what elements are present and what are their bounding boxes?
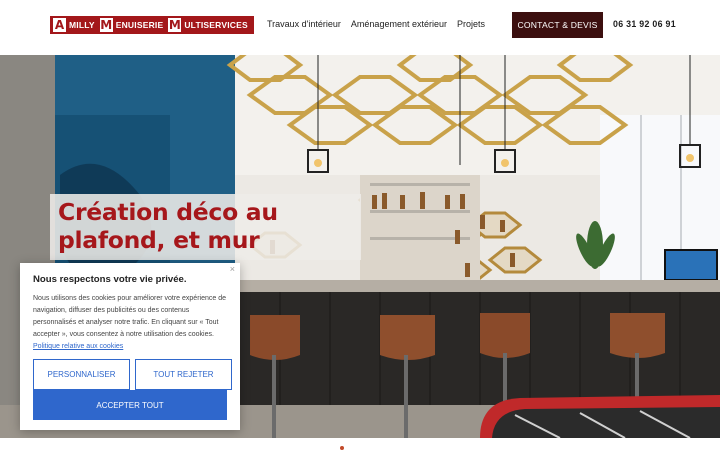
logo-text: MILLY [69, 20, 95, 30]
main-nav: Travaux d'intérieur Aménagement extérieu… [267, 19, 485, 29]
hero-headline-line2: plafond, et mur [58, 226, 260, 254]
brand-logo[interactable]: A MILLY M ENUISERIE M ULTISERVICES [50, 16, 254, 34]
scroll-indicator [340, 446, 344, 450]
phone-number-link[interactable]: 06 31 92 06 91 [613, 19, 676, 29]
customize-button[interactable]: PERSONNALISER [33, 359, 130, 390]
cookie-body: Nous utilisons des cookies pour améliore… [33, 293, 227, 353]
site-header: A MILLY M ENUISERIE M ULTISERVICES Trava… [0, 0, 720, 55]
reject-all-button[interactable]: TOUT REJETER [135, 359, 232, 390]
logo-text: ENUISERIE [115, 20, 164, 30]
nav-item-travaux-interieur[interactable]: Travaux d'intérieur [267, 19, 341, 29]
logo-initial: M [98, 17, 114, 33]
hero-headline-box: Création déco au plafond, et mur [50, 194, 361, 260]
logo-initial: M [167, 17, 183, 33]
cookie-title: Nous respectons votre vie privée. [33, 274, 187, 285]
logo-text: ULTISERVICES [184, 20, 248, 30]
page-below-fold [0, 438, 720, 450]
logo-part-menuiserie: M ENUISERIE [98, 17, 168, 33]
accept-all-button[interactable]: ACCEPTER TOUT [33, 390, 227, 420]
cookie-consent-dialog: × Nous respectons votre vie privée. Nous… [20, 263, 240, 430]
contact-devis-button[interactable]: CONTACT & DEVIS [512, 12, 603, 38]
cookie-body-text: Nous utilisons des cookies pour améliore… [33, 295, 226, 338]
logo-part-amilly: A MILLY [52, 17, 99, 33]
nav-item-amenagement-exterieur[interactable]: Aménagement extérieur [351, 19, 447, 29]
logo-part-multiservices: M ULTISERVICES [167, 17, 252, 33]
cookie-button-row: PERSONNALISER TOUT REJETER [33, 359, 232, 390]
cookie-policy-link[interactable]: Politique relative aux cookies [33, 343, 123, 350]
close-icon[interactable]: × [230, 264, 235, 274]
logo-initial: A [52, 17, 67, 33]
nav-item-projets[interactable]: Projets [457, 19, 485, 29]
hero-headline-line1: Création déco au [58, 198, 278, 226]
